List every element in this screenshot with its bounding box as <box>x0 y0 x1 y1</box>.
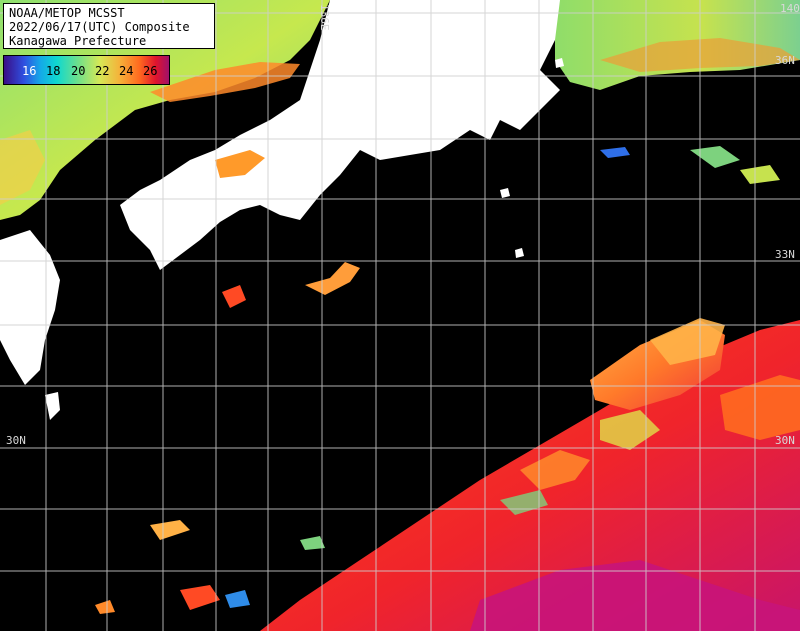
title-line-date: 2022/06/17(UTC) Composite <box>9 20 190 34</box>
legend-tick-16: 16 <box>22 64 37 78</box>
title-line-satellite: NOAA/METOP MCSST <box>9 6 125 20</box>
color-legend: 16 18 20 22 24 26 <box>3 55 170 85</box>
map-title-box: NOAA/METOP MCSST 2022/06/17(UTC) Composi… <box>3 3 215 49</box>
lat-label-36n: 36N <box>775 54 795 67</box>
legend-tick-26: 26 <box>143 64 158 78</box>
southwest-scattered-patches <box>95 520 325 614</box>
kuroshio-warm-region <box>260 318 800 631</box>
lon-label-136e: 136E <box>318 4 331 31</box>
sst-map: NOAA/METOP MCSST 2022/06/17(UTC) Composi… <box>0 0 800 631</box>
lat-label-33n: 33N <box>775 248 795 261</box>
title-line-region: Kanagawa Prefecture <box>9 34 147 48</box>
legend-tick-20: 20 <box>71 64 86 78</box>
map-canvas <box>0 0 800 631</box>
legend-tick-24: 24 <box>119 64 134 78</box>
offshore-warm-patches <box>222 262 360 308</box>
lon-label-140e: 140E <box>780 2 800 15</box>
legend-tick-18: 18 <box>46 64 61 78</box>
lat-label-30n-left: 30N <box>6 434 26 447</box>
legend-tick-22: 22 <box>95 64 110 78</box>
lat-label-30n-right: 30N <box>775 434 795 447</box>
pacific-northeast-sst <box>555 0 800 184</box>
